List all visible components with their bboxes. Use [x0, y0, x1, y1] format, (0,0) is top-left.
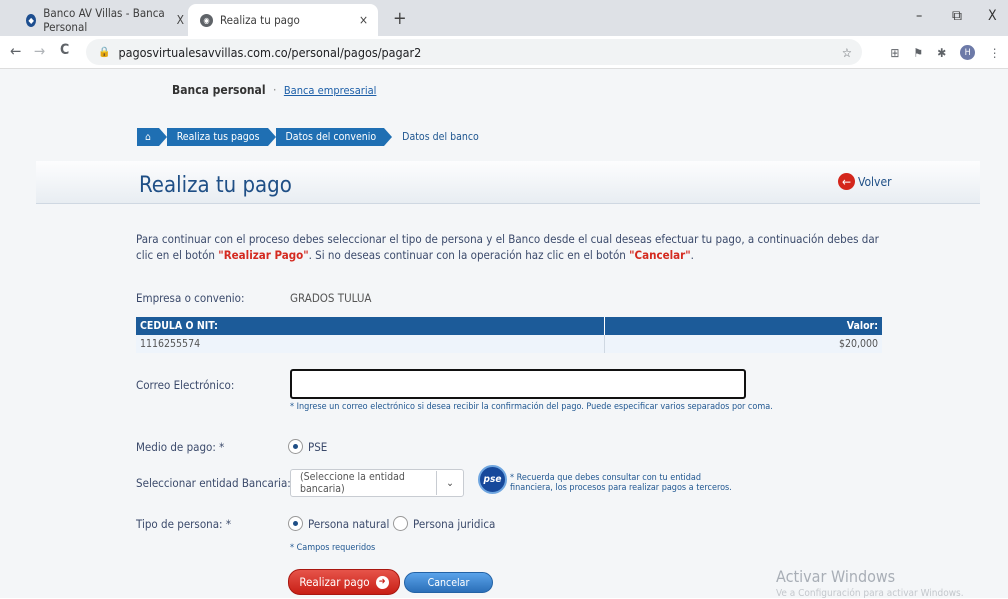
required-note: * Campos requeridos: [290, 543, 376, 553]
table-header-row: CEDULA O NIT: Valor:: [136, 317, 882, 335]
apps-icon[interactable]: ⊞: [890, 46, 899, 60]
breadcrumb: ⌂ Realiza tus pagos Datos del convenio D…: [137, 128, 495, 146]
bank-select-value: (Seleccione la entidad bancaria): [300, 471, 405, 495]
banca-personal-label: Banca personal: [172, 83, 266, 97]
table-row: 1116255574 $20,000: [136, 335, 882, 353]
breadcrumb-datos-del-convenio[interactable]: Datos del convenio: [275, 128, 392, 146]
bank-select[interactable]: (Seleccione la entidad bancaria) ⌄: [290, 469, 464, 497]
realizar-pago-button[interactable]: Realizar pago ➜: [288, 569, 400, 595]
intro-cancelar: "Cancelar": [629, 248, 691, 262]
intro-realizar-pago: "Realizar Pago": [218, 248, 309, 262]
flag-icon[interactable]: ⚑: [913, 46, 923, 60]
volver-label: Volver: [858, 174, 892, 189]
browser-tab-bar: ◆ Banco AV Villas - Banca Personal X ◉ R…: [0, 0, 1008, 36]
payment-table: CEDULA O NIT: Valor: 1116255574 $20,000: [136, 317, 882, 353]
chevron-down-icon: ⌄: [436, 471, 463, 495]
radio-persona-juridica[interactable]: Persona juridica: [393, 516, 495, 531]
forward-button[interactable]: →: [34, 42, 45, 60]
lock-icon: 🔒: [98, 46, 111, 58]
tab-label: Banco AV Villas - Banca Personal: [43, 6, 165, 34]
empresa-value: GRADOS TULUA: [290, 291, 372, 305]
close-window-button[interactable]: X: [988, 8, 997, 24]
cedula-header: CEDULA O NIT:: [136, 317, 605, 335]
address-bar-row: ← → C 🔒 pagosvirtualesavvillas.com.co/pe…: [0, 36, 1008, 69]
pse-note-line-1: * Recuerda que debes consultar con tu en…: [510, 473, 702, 483]
instructions-text: Para continuar con el proceso debes sele…: [136, 231, 896, 263]
back-button[interactable]: ←: [10, 42, 21, 60]
reload-button[interactable]: C: [60, 42, 69, 58]
banca-empresarial-link[interactable]: Banca empresarial: [284, 84, 377, 97]
persona-natural-label: Persona natural: [308, 516, 390, 531]
url-bar[interactable]: 🔒 pagosvirtualesavvillas.com.co/personal…: [86, 39, 862, 65]
radio-pse[interactable]: PSE: [288, 439, 327, 454]
activate-windows-subtitle: Ve a Configuración para activar Windows.: [776, 588, 964, 599]
email-hint: * Ingrese un correo electrónico si desea…: [290, 402, 773, 412]
cancelar-button[interactable]: Cancelar: [404, 572, 493, 593]
intro-text-2: . Si no deseas continuar con la operació…: [308, 248, 630, 262]
new-tab-button[interactable]: +: [393, 8, 407, 29]
url-text: pagosvirtualesavvillas.com.co/personal/p…: [118, 44, 422, 60]
minimize-button[interactable]: –: [916, 8, 922, 24]
intro-end: .: [690, 248, 694, 262]
valor-header: Valor:: [604, 317, 882, 335]
breadcrumb-realiza-tus-pagos[interactable]: Realiza tus pagos: [166, 128, 276, 146]
close-tab-icon[interactable]: X: [177, 13, 184, 27]
nav-separator: ·: [272, 83, 277, 97]
page-body: Banca personal · Banca empresarial ⌂ Rea…: [0, 69, 1008, 599]
email-label: Correo Electrónico:: [136, 378, 235, 392]
tab-realiza-tu-pago[interactable]: ◉ Realiza tu pago ×: [188, 4, 378, 36]
medio-pago-label: Medio de pago: *: [136, 440, 225, 454]
home-icon[interactable]: ⌂: [137, 128, 167, 146]
radio-selected-icon: [288, 516, 303, 531]
top-navigation: Banca personal · Banca empresarial: [172, 83, 376, 97]
restore-button[interactable]: ⧉: [952, 8, 962, 24]
puzzle-icon[interactable]: ✱: [937, 46, 946, 60]
globe-favicon-icon: ◉: [200, 13, 213, 27]
breadcrumb-datos-del-banco: Datos del banco: [402, 131, 479, 143]
page-title: Realiza tu pago: [139, 173, 292, 198]
arrow-right-icon: ➜: [375, 575, 389, 589]
extensions-area: ⊞ ⚑ ✱ H ⋮: [890, 45, 1000, 60]
radio-selected-icon: [288, 439, 303, 454]
tab-label: Realiza tu pago: [220, 13, 300, 27]
valor-value: $20,000: [604, 335, 882, 353]
email-field[interactable]: [290, 369, 746, 399]
star-icon[interactable]: ☆: [842, 45, 852, 60]
pse-option-label: PSE: [308, 439, 328, 454]
radio-persona-natural[interactable]: Persona natural: [288, 516, 389, 531]
cedula-value: 1116255574: [136, 335, 605, 353]
pse-logo: pse: [478, 465, 507, 494]
radio-unselected-icon: [393, 516, 408, 531]
banco-label: Seleccionar entidad Bancaria: *: [136, 476, 300, 490]
pay-button-label: Realizar pago: [299, 575, 370, 589]
tipo-persona-label: Tipo de persona: *: [136, 517, 231, 531]
profile-avatar[interactable]: H: [960, 45, 976, 60]
tab-banco-av-villas[interactable]: ◆ Banco AV Villas - Banca Personal X: [14, 4, 194, 36]
volver-link[interactable]: ← Volver: [838, 173, 892, 190]
persona-juridica-label: Persona juridica: [413, 516, 496, 531]
pse-note: * Recuerda que debes consultar con tu en…: [510, 473, 732, 493]
arrow-left-icon: ←: [838, 173, 855, 190]
close-tab-icon[interactable]: ×: [359, 13, 368, 27]
menu-icon[interactable]: ⋮: [989, 46, 1000, 60]
empresa-label: Empresa o convenio:: [136, 291, 245, 305]
av-villas-favicon-icon: ◆: [26, 13, 37, 27]
pse-note-line-2: financiera, los procesos para realizar p…: [510, 483, 732, 493]
activate-windows-title: Activar Windows: [776, 567, 896, 586]
